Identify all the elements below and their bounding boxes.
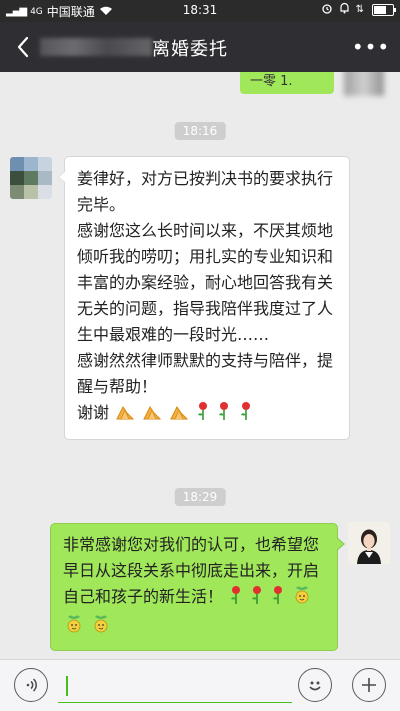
person-photo-icon [348, 522, 390, 564]
sprout-face-icon [292, 585, 312, 613]
chat-title: 离婚委托 [152, 39, 228, 60]
emoji-icon [309, 681, 321, 691]
back-icon [17, 36, 29, 58]
previous-redacted-area [344, 72, 384, 96]
my-avatar[interactable] [348, 522, 390, 564]
rose-icon [217, 401, 231, 429]
plus-icon [362, 678, 376, 692]
more-button[interactable]: ••• [352, 36, 389, 58]
avatar-mosaic [10, 157, 52, 199]
title-redacted-area [40, 38, 152, 56]
rose-icon [250, 585, 264, 613]
rose-icon [196, 401, 210, 429]
sprout-face-icon [91, 614, 111, 642]
bell-icon [339, 2, 350, 17]
outgoing-message-bubble[interactable]: 非常感谢您对我们的认可，也希望您早日从这段关系中彻底走出来，开启自己和孩子的新生… [50, 523, 345, 651]
message-paragraph: 非常感谢您对我们的认可，也希望您早日从这段关系中彻底走出来，开启自己和孩子的新生… [63, 532, 325, 642]
message-paragraph: 感谢然然律师默默的支持与陪伴，提醒与帮助！ [77, 351, 334, 396]
message-input[interactable] [58, 672, 292, 703]
chat-header: 离婚委托 ••• [0, 22, 400, 72]
battery-icon [372, 3, 396, 16]
previous-message-bubble[interactable]: 一零 1. [240, 72, 334, 94]
incoming-message-bubble[interactable]: 姜律好，对方已按判决书的要求执行完毕。 感谢您这么长时间以来，不厌其烦地倾听我的… [58, 156, 350, 440]
message-paragraph-last: 谢谢 [77, 400, 337, 429]
rose-icon [271, 585, 285, 613]
message-paragraph: 姜律好，对方已按判决书的要求执行完毕。 [77, 169, 334, 214]
input-bar [0, 659, 400, 711]
more-icon: ••• [351, 35, 391, 59]
rose-icon [239, 401, 253, 429]
message-paragraph: 谢谢 [77, 403, 110, 422]
hands-icon [142, 403, 162, 429]
back-button[interactable] [10, 32, 36, 62]
hands-icon [115, 403, 135, 429]
contact-avatar[interactable] [10, 157, 52, 199]
status-right: ⇅ [321, 2, 396, 17]
data-arrows-icon: ⇅ [355, 4, 364, 15]
timestamp: 18:29 [174, 488, 226, 506]
timestamp: 18:16 [174, 122, 226, 140]
chat-area[interactable]: 一零 1. 18:16 姜律好，对方已按判决书的要求执行完毕。 感谢您这么长时间… [0, 72, 400, 659]
plus-button[interactable] [352, 668, 386, 702]
voice-icon [26, 678, 37, 692]
rose-icon [229, 585, 243, 613]
sprout-face-icon [64, 614, 84, 642]
status-bar: ▂▄▆ 4G 中国联通 18:31 ⇅ [0, 0, 400, 22]
hands-icon [169, 403, 189, 429]
emoji-button[interactable] [298, 668, 332, 702]
message-paragraph: 感谢您这么长时间以来，不厌其烦地倾听我的唠叨；用扎实的专业知识和丰富的办案经验，… [77, 221, 334, 344]
previous-message-text: 一零 1. [250, 74, 293, 89]
text-cursor [66, 676, 68, 696]
alarm-icon [321, 2, 333, 17]
voice-button[interactable] [14, 668, 48, 702]
